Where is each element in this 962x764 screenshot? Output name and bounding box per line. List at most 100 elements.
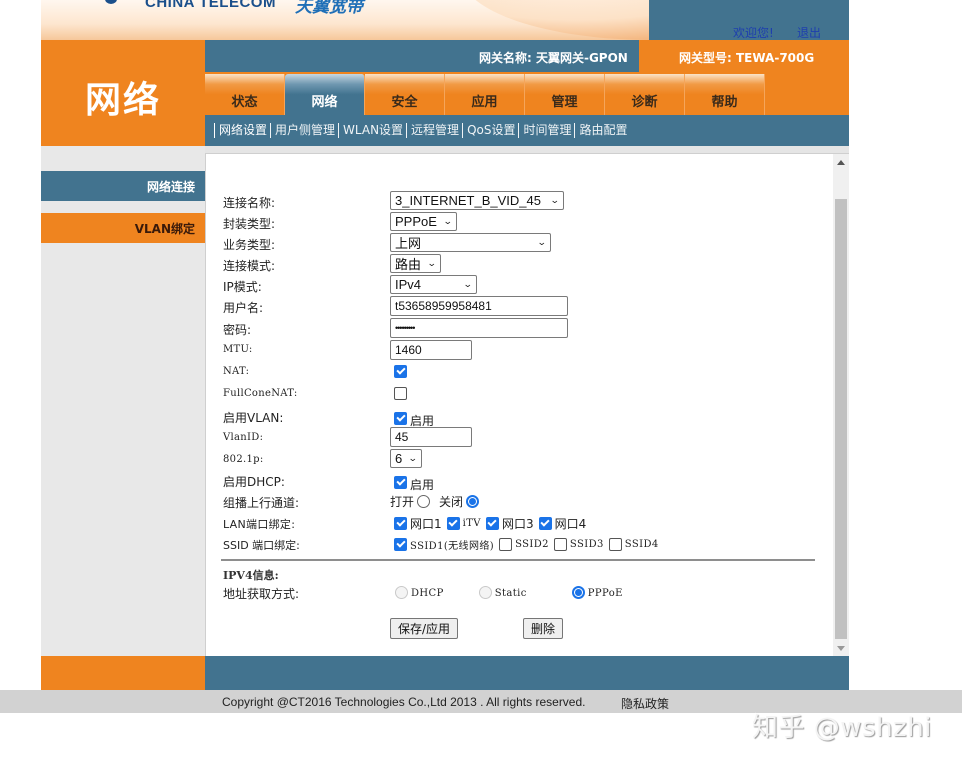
ip-mode-select[interactable]: IPv4 ⌄ — [390, 275, 477, 294]
chevron-down-icon: ⌄ — [537, 237, 548, 247]
china-telecom-logo-icon — [105, 0, 117, 4]
encap-type-select[interactable]: PPPoE ⌄ — [390, 212, 457, 231]
enable-dhcp-label: 启用DHCP: — [223, 475, 285, 489]
address-pppoe-radio[interactable] — [571, 585, 585, 599]
dot1p-label: 802.1p: — [223, 454, 264, 465]
username-label: 用户名: — [223, 301, 264, 315]
logout-link[interactable]: 退出 — [797, 24, 821, 41]
service-type-select[interactable]: 上网 ⌄ — [390, 233, 551, 252]
welcome-text: 欢迎您! — [733, 26, 774, 40]
tab-help[interactable]: 帮助 — [685, 74, 765, 115]
tab-status[interactable]: 状态 — [205, 74, 285, 115]
ssid3-label: SSID3 — [569, 539, 604, 550]
tab-management[interactable]: 管理 — [525, 74, 605, 115]
footer-orange-bar — [41, 656, 205, 690]
section-divider — [221, 559, 815, 561]
ip-mode-value: IPv4 — [395, 277, 422, 292]
chevron-down-icon: ⌄ — [463, 279, 474, 289]
watermark: 知乎 @wshzhi — [752, 713, 932, 743]
subnav-time-management[interactable]: 时间管理 — [518, 123, 574, 138]
multicast-open-radio[interactable] — [417, 495, 431, 508]
header-banner: CHINA TELECOM 天翼宽带 — [41, 0, 849, 40]
subnav-remote-management[interactable]: 远程管理 — [406, 123, 462, 138]
lan-port4-label: 网口4 — [554, 517, 587, 531]
ssid3-checkbox[interactable] — [553, 538, 567, 551]
service-type-value: 上网 — [395, 236, 422, 251]
subnav-route-config[interactable]: 路由配置 — [574, 123, 630, 138]
connection-mode-value: 路由 — [395, 257, 422, 272]
enable-dhcp-option-label: 启用 — [410, 478, 435, 492]
enable-vlan-checkbox[interactable] — [394, 412, 407, 425]
subnav-network-settings[interactable]: 网络设置 — [214, 123, 270, 138]
subnav-wlan-settings[interactable]: WLAN设置 — [338, 123, 406, 138]
ssid2-checkbox[interactable] — [499, 538, 513, 551]
delete-button[interactable]: 删除 — [523, 618, 564, 639]
gateway-info-row: 网关名称: 天翼网关-GPON 网关型号: TEWA-700G — [205, 40, 849, 72]
fullcone-nat-checkbox[interactable] — [394, 387, 407, 400]
tab-network[interactable]: 网络 — [285, 74, 365, 115]
section-title-box: 网络 — [41, 40, 205, 146]
tab-diagnostics[interactable]: 诊断 — [605, 74, 685, 115]
lan-port3-checkbox[interactable] — [485, 517, 499, 530]
dot1p-select[interactable]: 6 ⌄ — [390, 449, 422, 468]
username-input[interactable]: t53658959958481 — [390, 296, 568, 316]
dot1p-value: 6 — [395, 451, 403, 466]
ssid4-label: SSID4 — [624, 539, 659, 550]
chevron-down-icon: ⌄ — [427, 258, 438, 268]
privacy-policy-link[interactable]: 隐私政策 — [621, 695, 669, 712]
address-method-label: 地址获取方式: — [223, 587, 300, 601]
subnav-user-side-management[interactable]: 用户侧管理 — [270, 123, 338, 138]
gateway-model-box: 网关型号: TEWA-700G — [639, 40, 849, 72]
connection-mode-label: 连接模式: — [223, 259, 276, 273]
encap-type-label: 封装类型: — [223, 217, 276, 231]
main-tabs-bar: 状态 网络 安全 应用 管理 诊断 帮助 — [205, 72, 849, 115]
address-static-radio[interactable] — [478, 585, 492, 599]
save-apply-button[interactable]: 保存/应用 — [390, 618, 459, 639]
multicast-close-radio[interactable] — [466, 495, 480, 508]
lan-binding-label: LAN端口绑定: — [223, 518, 296, 531]
sidebar-item-vlan-binding[interactable]: VLAN绑定 — [41, 213, 205, 243]
enable-dhcp-checkbox[interactable] — [394, 476, 407, 489]
ssid1-checkbox[interactable] — [394, 538, 407, 551]
connection-form: 连接名称: 3_INTERNET_B_VID_45 ⌄ 封装类型: PPPoE ⌄ … — [205, 154, 833, 656]
fullcone-nat-label: FullConeNAT: — [223, 388, 298, 399]
lan-port4-checkbox[interactable] — [538, 517, 552, 530]
password-label: 密码: — [223, 323, 252, 337]
lan-port1-label: 网口1 — [410, 517, 442, 531]
password-input[interactable]: ••••••••• — [390, 318, 568, 338]
content-scrollbar[interactable] — [833, 154, 849, 656]
gateway-name: 网关名称: 天翼网关-GPON — [479, 51, 628, 65]
ip-mode-label: IP模式: — [223, 280, 262, 294]
ipv4-section-title: IPV4信息: — [223, 569, 279, 582]
copyright-text: Copyright @CT2016 Technologies Co.,Ltd 2… — [222, 695, 586, 709]
lan-itv-label: iTV — [462, 518, 481, 529]
footer-blue-bar — [205, 656, 849, 690]
gateway-model: 网关型号: TEWA-700G — [679, 51, 815, 65]
ssid-binding-label: SSID 端口绑定: — [223, 539, 300, 552]
vlan-id-input[interactable]: 45 — [390, 427, 472, 447]
connection-mode-select[interactable]: 路由 ⌄ — [390, 254, 441, 273]
nat-checkbox[interactable] — [394, 365, 407, 378]
ssid2-label: SSID2 — [515, 539, 549, 550]
vlan-id-label: VlanID: — [223, 432, 264, 443]
chevron-down-icon: ⌄ — [408, 453, 419, 463]
tab-security[interactable]: 安全 — [365, 74, 445, 115]
scroll-up-arrow-icon[interactable] — [837, 160, 845, 165]
subnav-qos-settings[interactable]: QoS设置 — [462, 123, 518, 138]
scrollbar-thumb[interactable] — [835, 199, 847, 639]
tab-application[interactable]: 应用 — [445, 74, 525, 115]
lan-itv-checkbox[interactable] — [446, 517, 460, 530]
multicast-upstream-label: 组播上行通道: — [223, 496, 300, 510]
mtu-input[interactable]: 1460 — [390, 340, 472, 360]
connection-name-value: 3_INTERNET_B_VID_45 — [395, 193, 541, 208]
sidebar-item-network-connection[interactable]: 网络连接 — [41, 171, 205, 201]
nat-label: NAT: — [223, 366, 250, 377]
lan-port1-checkbox[interactable] — [394, 517, 407, 530]
connection-name-select[interactable]: 3_INTERNET_B_VID_45 ⌄ — [390, 191, 564, 210]
address-dhcp-radio[interactable] — [395, 585, 408, 599]
ssid4-checkbox[interactable] — [608, 538, 622, 551]
chevron-down-icon: ⌄ — [443, 216, 454, 226]
sub-navigation: 网络设置 用户侧管理 WLAN设置 远程管理 QoS设置 时间管理 路由配置 — [205, 115, 849, 146]
encap-type-value: PPPoE — [395, 214, 437, 229]
scroll-down-arrow-icon[interactable] — [837, 646, 845, 651]
